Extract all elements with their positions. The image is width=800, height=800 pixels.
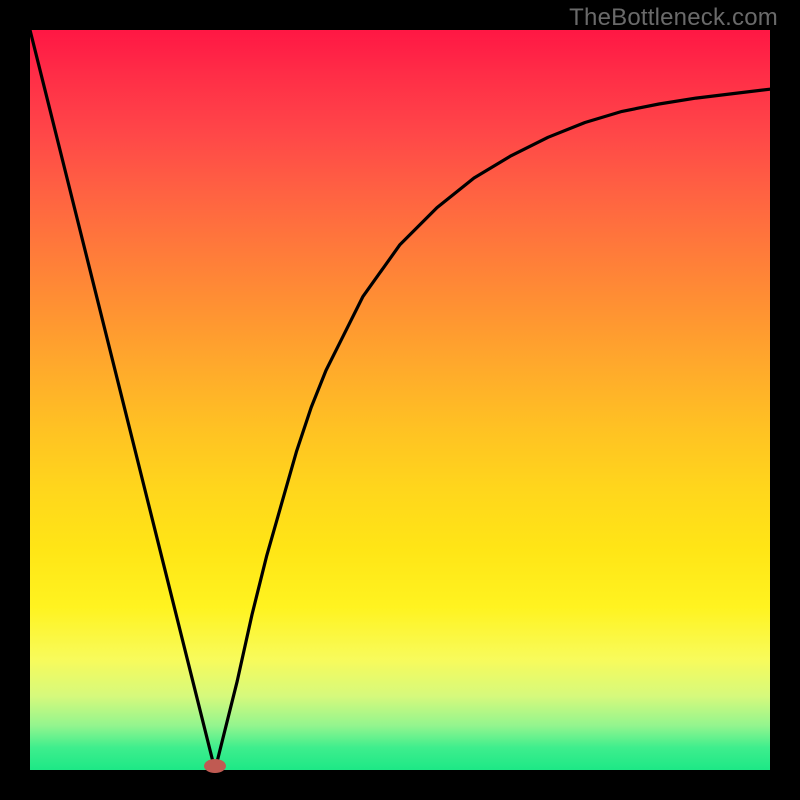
chart-frame: TheBottleneck.com — [0, 0, 800, 800]
plot-area — [30, 30, 770, 770]
watermark-label: TheBottleneck.com — [569, 4, 778, 32]
bottleneck-curve — [30, 30, 770, 770]
min-marker — [204, 759, 226, 773]
curve-svg — [30, 30, 770, 770]
